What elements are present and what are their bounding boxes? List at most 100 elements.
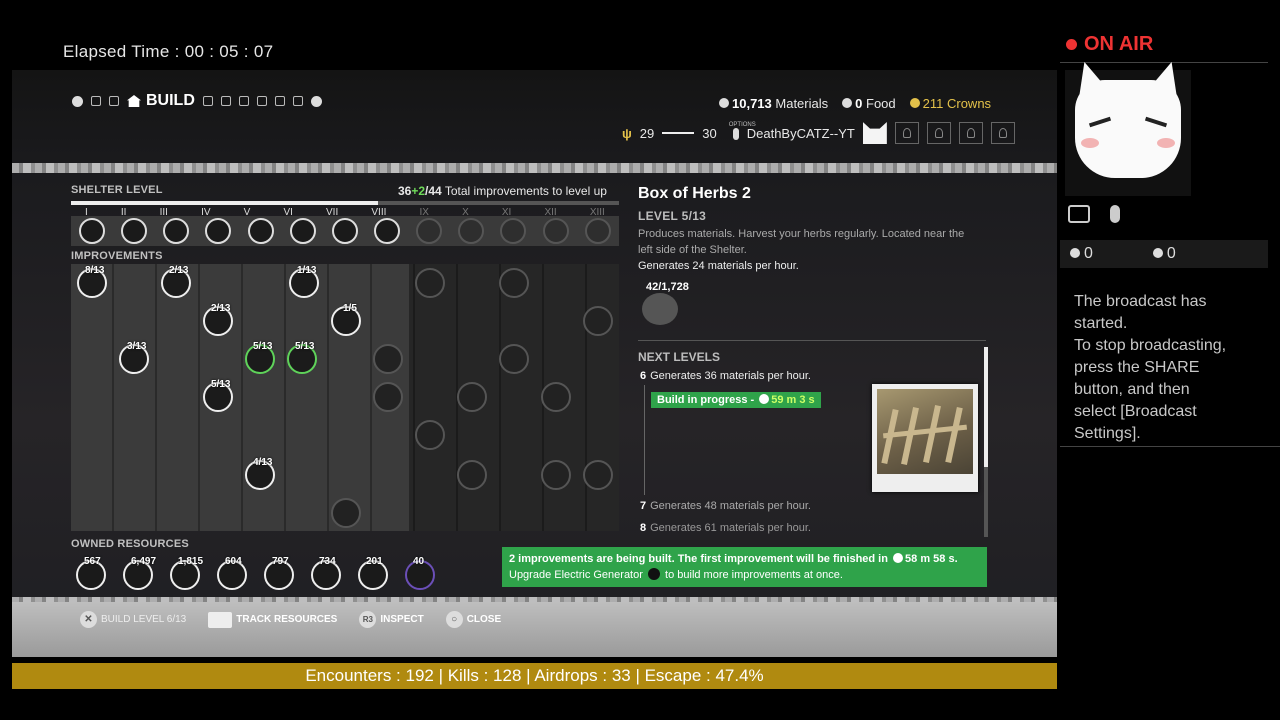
shelter-tier-icon[interactable]	[247, 218, 274, 244]
tab-icon-8[interactable]	[292, 96, 303, 106]
shelter-tier-icon[interactable]	[500, 218, 527, 244]
improvement-level-label: LEVEL 5/13	[638, 209, 707, 223]
locked-improvement[interactable]	[373, 344, 403, 374]
microphone-icon[interactable]	[1110, 205, 1120, 223]
stat-bar	[662, 132, 695, 134]
shelter-tier-icon[interactable]	[458, 218, 485, 244]
food-total: 0 Food	[842, 96, 896, 111]
shelter-tier-row	[71, 216, 619, 246]
stream-media-controls	[1068, 205, 1120, 223]
tab-icon-6[interactable]	[256, 96, 267, 106]
locked-improvement[interactable]	[499, 344, 529, 374]
shelter-tier-icon[interactable]	[374, 218, 401, 244]
player-row: ψ 29 30 OPTIONS DeathByCATZ--YT	[622, 122, 1015, 144]
tab-build-label: BUILD	[146, 92, 195, 109]
locked-improvement[interactable]	[583, 460, 613, 490]
cat-avatar	[1075, 62, 1181, 178]
improvement-level: 4/13	[253, 457, 273, 468]
tab-icon-4[interactable]	[220, 96, 231, 106]
track-resources-control[interactable]: TRACK RESOURCES	[208, 611, 337, 628]
camera-off-icon[interactable]	[1068, 205, 1090, 223]
person-icon	[966, 128, 975, 138]
player-avatar	[862, 122, 887, 144]
locked-improvement[interactable]	[541, 382, 571, 412]
improvement-level: 5/13	[295, 341, 315, 352]
improvements-grid: 8/13 2/13 1/13 2/13 1/5 3/13 5/13 5/13 5…	[71, 264, 619, 531]
improvement-description: Produces materials. Harvest your herbs r…	[638, 228, 965, 256]
shelter-tier-icon[interactable]	[121, 218, 148, 244]
locked-improvement[interactable]	[331, 498, 361, 528]
shelter-tier-icon[interactable]	[331, 218, 358, 244]
camera-preview	[1065, 62, 1191, 196]
locked-area	[409, 264, 619, 531]
options-button[interactable]: OPTIONS	[729, 122, 756, 141]
electric-generator-icon	[647, 568, 660, 580]
locked-improvement[interactable]	[415, 420, 445, 450]
clock-icon	[893, 553, 904, 563]
locked-improvement[interactable]	[541, 460, 571, 490]
shelter-tier-icon[interactable]	[163, 218, 190, 244]
crowns-total: 211 Crowns	[909, 96, 991, 111]
inspect-control[interactable]: R3 INSPECT	[359, 611, 424, 628]
locked-improvement[interactable]	[415, 268, 445, 298]
locked-improvement[interactable]	[499, 268, 529, 298]
game-screen: BUILD 10,713 Materials 0 Food 211 Crowns…	[12, 70, 1057, 657]
timeline-line	[644, 385, 645, 495]
comment-icon	[1152, 248, 1163, 258]
party-slot-1[interactable]	[894, 122, 919, 144]
on-air-indicator: ON AIR	[1066, 33, 1153, 56]
locked-improvement[interactable]	[583, 306, 613, 336]
improvements-title: IMPROVEMENTS	[71, 250, 163, 262]
party-slot-2[interactable]	[926, 122, 951, 144]
improvement-title: Box of Herbs 2	[638, 185, 751, 202]
tab-icon-2[interactable]	[109, 96, 119, 106]
owned-resources-title: OWNED RESOURCES	[71, 538, 189, 550]
tab-icon-1[interactable]	[91, 96, 101, 106]
shelter-tier-icon[interactable]	[542, 218, 569, 244]
next-level-row: 7 Generates 48 materials per hour.	[640, 500, 811, 512]
stat-high: 30	[702, 125, 717, 141]
scroll-thumb[interactable]	[984, 347, 988, 467]
improvement-level: 2/13	[211, 303, 231, 314]
materials-icon	[719, 98, 729, 108]
shelter-tier-icon[interactable]	[416, 218, 443, 244]
broadcast-message: The broadcast has started. To stop broad…	[1074, 293, 1227, 442]
close-control[interactable]: ○ CLOSE	[445, 611, 501, 628]
next-levels-title: NEXT LEVELS	[638, 350, 721, 364]
shield-icon: ψ	[622, 125, 632, 141]
locked-improvement[interactable]	[457, 460, 487, 490]
divider	[1060, 446, 1280, 447]
circle-button-icon: ○	[445, 611, 463, 628]
l1-button-icon	[72, 95, 83, 107]
shelter-tier-icon[interactable]	[584, 218, 611, 244]
owned-resource-count: 6,497	[131, 556, 157, 567]
improvement-level: 5/13	[211, 379, 231, 390]
tab-icon-3[interactable]	[202, 96, 213, 106]
party-slot-3[interactable]	[958, 122, 983, 144]
home-icon	[127, 95, 141, 107]
stream-stats-bar: Encounters : 192 | Kills : 128 | Airdrop…	[12, 663, 1057, 689]
cross-button-icon: ✕	[80, 611, 97, 628]
owned-resource-count: 567	[84, 556, 101, 567]
build-level-control[interactable]: ✕ BUILD LEVEL 6/13	[80, 611, 186, 628]
party-slot-4[interactable]	[990, 122, 1015, 144]
shelter-tier-icon[interactable]	[205, 218, 232, 244]
person-icon	[902, 128, 911, 138]
next-level-row: 8 Generates 61 materials per hour.	[640, 522, 811, 534]
locked-improvement[interactable]	[457, 382, 487, 412]
divider	[1060, 62, 1268, 63]
person-icon	[934, 128, 943, 138]
next-levels-scrollbar[interactable]	[984, 347, 988, 537]
shelter-level-bar	[71, 201, 619, 205]
owned-resource-count: 797	[272, 556, 289, 567]
viewer-count: 0	[1070, 245, 1093, 263]
locked-improvement[interactable]	[373, 382, 403, 412]
shelter-tier-icon[interactable]	[79, 218, 106, 244]
tab-icon-5[interactable]	[238, 96, 249, 106]
tab-icon-7[interactable]	[274, 96, 285, 106]
improvement-level: 8/13	[85, 265, 105, 276]
tab-build[interactable]: BUILD	[127, 92, 195, 110]
shelter-tier-icon[interactable]	[289, 218, 316, 244]
owned-resource-count: 1,815	[178, 556, 204, 567]
owned-resource-count: 604	[225, 556, 242, 567]
